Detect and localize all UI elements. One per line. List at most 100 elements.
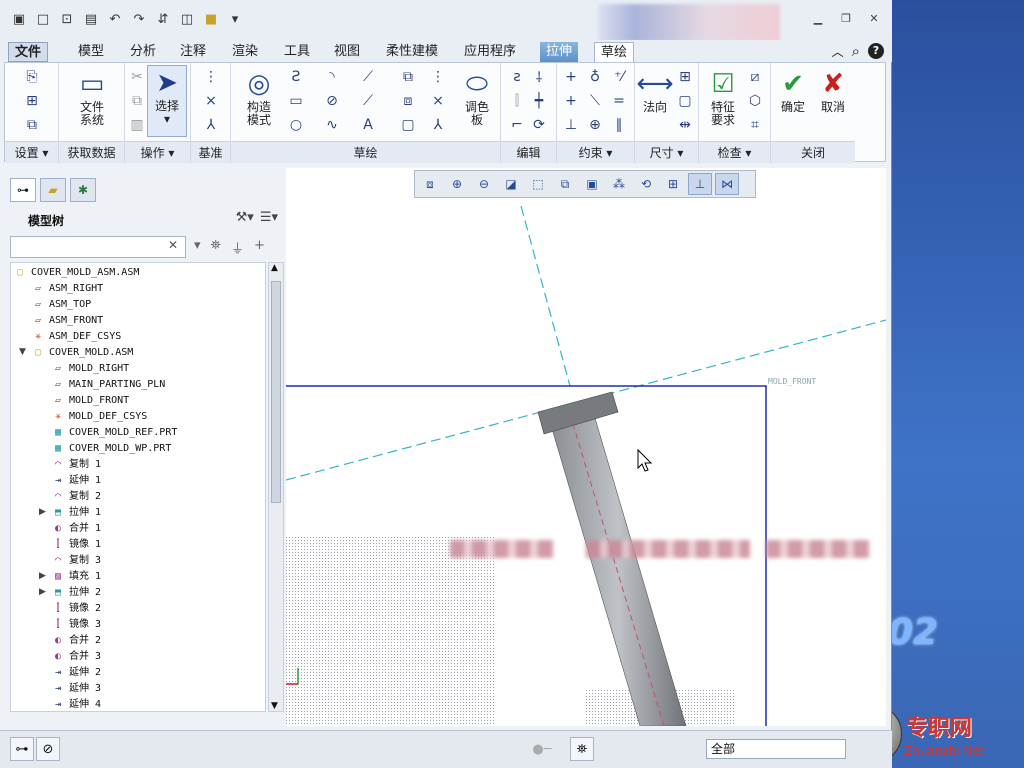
expand-icon[interactable]: ▶: [39, 507, 49, 517]
tree-row[interactable]: ◐ 合并 1: [51, 521, 101, 537]
fillet-icon[interactable]: ⟋: [357, 67, 379, 87]
coordinate-system-icon[interactable]: ⅄: [201, 115, 221, 135]
csys-small-icon[interactable]: ⅄: [427, 115, 449, 135]
line-icon[interactable]: Ƨ: [285, 67, 307, 87]
tree-search-input[interactable]: [10, 236, 186, 258]
select-button[interactable]: ➤ 选择 ▾: [147, 65, 187, 137]
undo-icon[interactable]: ↶: [104, 8, 126, 30]
paste-icon[interactable]: ▥: [129, 115, 145, 135]
selection-filter-select[interactable]: 全部: [706, 739, 846, 759]
rotate-resize-icon[interactable]: ⟳: [529, 115, 549, 135]
scroll-up-icon[interactable]: ▲: [271, 263, 278, 273]
group-label-inspect[interactable]: 检查 ▾: [699, 141, 770, 163]
zoom-out-icon[interactable]: ⊖: [472, 173, 496, 195]
tree-row[interactable]: ⇥ 延伸 3: [51, 681, 101, 697]
perpendicular-icon[interactable]: ⊥: [561, 115, 581, 135]
tree-columns-icon[interactable]: ☰▾: [260, 210, 278, 225]
reference-icon[interactable]: ⊞: [21, 91, 43, 111]
modify-icon[interactable]: ƨ: [507, 67, 527, 87]
spline-icon[interactable]: ∿: [321, 115, 343, 135]
sketch-setup-icon[interactable]: ⎘: [21, 67, 43, 87]
tree-row[interactable]: ◐ 合并 2: [51, 633, 101, 649]
refit-icon[interactable]: ⧈: [418, 173, 442, 195]
tab-file[interactable]: 文件: [8, 42, 49, 62]
sketcher-display-icon[interactable]: ⋈: [715, 173, 739, 195]
group-label-operations[interactable]: 操作 ▾: [125, 141, 190, 163]
close-icon[interactable]: ✕: [866, 10, 882, 26]
sketch-view-icon[interactable]: ⧉: [21, 115, 43, 135]
tab-annotate[interactable]: 注释: [174, 42, 212, 62]
parallel-icon[interactable]: ∥: [609, 115, 629, 135]
centerline-small-icon[interactable]: ⋮: [427, 67, 449, 87]
clear-search-icon[interactable]: ✕: [168, 238, 178, 252]
baseline-icon[interactable]: ⇹: [675, 115, 695, 135]
tree-row[interactable]: ⫿ 镜像 1: [51, 537, 101, 553]
expand-icon[interactable]: ▶: [39, 571, 49, 581]
offset-icon[interactable]: ⧉: [397, 67, 419, 87]
graphics-area[interactable]: MOLD_FRONT ⧈ ⊕ ⊖ ◪ ⬚ ⧉ ▣ ⁂ ⟲ ⊞ ⊥ ⋈: [286, 168, 886, 726]
open-ends-icon[interactable]: ⌗: [745, 115, 765, 135]
palette-button[interactable]: ⬭ 调色 板: [457, 67, 497, 127]
tree-settings-icon[interactable]: ⚒▾: [236, 210, 254, 225]
tab-render[interactable]: 渲染: [226, 42, 264, 62]
copy-icon[interactable]: ⧉: [129, 91, 145, 111]
reference-dim-icon[interactable]: ▢: [675, 91, 695, 111]
favorites-tab-icon[interactable]: ✱: [70, 178, 96, 202]
tree-row[interactable]: ✳ ASM_DEF_CSYS: [31, 329, 121, 345]
tab-view[interactable]: 视图: [328, 42, 366, 62]
overlapping-icon[interactable]: ⧄: [745, 67, 765, 87]
perimeter-icon[interactable]: ⊞: [675, 67, 695, 87]
chamfer-icon[interactable]: ⟋: [357, 91, 379, 111]
expand-icon[interactable]: ▶: [39, 587, 49, 597]
project-icon[interactable]: ▢: [397, 115, 419, 135]
file-system-button[interactable]: ▭ 文件 系统: [67, 67, 117, 127]
coincident-icon[interactable]: ⊕: [585, 115, 605, 135]
shade-closed-icon[interactable]: ⬡: [745, 91, 765, 111]
restore-icon[interactable]: ❐: [838, 10, 854, 26]
saved-orientations-icon[interactable]: ⧉: [553, 173, 577, 195]
equal-icon[interactable]: =: [609, 91, 629, 111]
tree-row[interactable]: ⫿ 镜像 3: [51, 617, 101, 633]
mirror-icon[interactable]: ⫿: [507, 91, 527, 111]
open-icon[interactable]: ⊡: [56, 8, 78, 30]
new-icon[interactable]: □: [32, 8, 54, 30]
tree-row[interactable]: ▦ COVER_MOLD_WP.PRT: [51, 441, 171, 457]
tree-row[interactable]: ▱ ASM_FRONT: [31, 313, 103, 329]
tab-flexible-modeling[interactable]: 柔性建模: [380, 42, 444, 62]
tree-scrollbar[interactable]: ▲ ▼: [268, 262, 284, 712]
tree-row[interactable]: ◠ 复制 2: [51, 489, 101, 505]
tree-row[interactable]: ▨ 填充 1: [51, 569, 101, 585]
windows-icon[interactable]: ◫: [176, 8, 198, 30]
datum-display-icon[interactable]: ⁂: [607, 173, 631, 195]
search-icon[interactable]: ⌕: [852, 42, 860, 60]
construction-mode-button[interactable]: ◎ 构造 模式: [237, 67, 281, 127]
thicken-icon[interactable]: ⧈: [397, 91, 419, 111]
regenerate-icon[interactable]: ⇵: [152, 8, 174, 30]
collapse-ribbon-icon[interactable]: ︿: [832, 43, 844, 60]
tab-applications[interactable]: 应用程序: [458, 42, 522, 62]
ellipse-icon[interactable]: ⊘: [321, 91, 343, 111]
group-label-dimension[interactable]: 尺寸 ▾: [635, 141, 698, 163]
vertical-icon[interactable]: +: [561, 67, 581, 87]
display-style-icon[interactable]: ⬚: [526, 173, 550, 195]
help-icon[interactable]: ?: [868, 43, 884, 59]
normal-dimension-button[interactable]: ⟷ 法向: [636, 67, 673, 114]
tree-row[interactable]: ⫿ 镜像 2: [51, 601, 101, 617]
more-icon[interactable]: ▾: [224, 8, 246, 30]
binoculars-icon[interactable]: ⛯: [211, 238, 221, 257]
divide-icon[interactable]: ┿: [529, 91, 549, 111]
redo-icon[interactable]: ↷: [128, 8, 150, 30]
zoom-in-icon[interactable]: ⊕: [445, 173, 469, 195]
tree-row[interactable]: ⬒ 拉伸 1: [51, 505, 101, 521]
tree-row[interactable]: ◠ 复制 3: [51, 553, 101, 569]
tree-row[interactable]: ⇥ 延伸 1: [51, 473, 101, 489]
group-label-constrain[interactable]: 约束 ▾: [557, 141, 634, 163]
collapse-icon[interactable]: ▼: [19, 347, 29, 357]
tree-row[interactable]: ▱ ASM_RIGHT: [31, 281, 103, 297]
tab-tools[interactable]: 工具: [278, 42, 316, 62]
tree-row[interactable]: ▢ COVER_MOLD.ASM: [31, 345, 133, 361]
folder-browser-tab-icon[interactable]: ▰: [40, 178, 66, 202]
tree-row[interactable]: ▱ MOLD_RIGHT: [51, 361, 129, 377]
point-small-icon[interactable]: ×: [427, 91, 449, 111]
cut-icon[interactable]: ✂: [129, 67, 145, 87]
